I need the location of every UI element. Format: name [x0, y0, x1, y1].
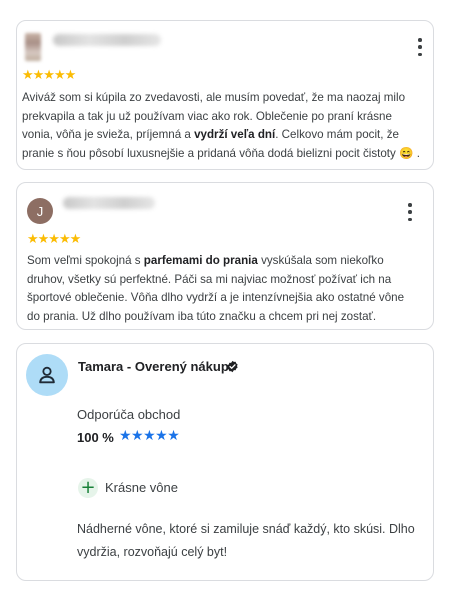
review-text: Som veľmi spokojná s parfemami do prania… — [27, 254, 405, 324]
recommend-label: Odporúča obchod — [77, 407, 181, 422]
user-icon — [26, 354, 68, 396]
review-card: J ★★★★★ Som veľmi spokojná s parfemami d… — [16, 182, 434, 330]
review-text: Nádherné vône, ktoré si zamiluje snáď ka… — [77, 522, 415, 559]
avatar — [25, 33, 41, 61]
plus-icon: + — [78, 478, 98, 498]
reviewer-name: Tamara - Overený nákup — [78, 359, 229, 374]
recommend-percent: 100 % — [77, 430, 114, 445]
verified-badge-icon — [226, 360, 239, 378]
avatar: J — [27, 198, 53, 224]
rating-stars: ★★★★★ — [27, 232, 81, 247]
rating-stars: ★★★★★ — [22, 68, 76, 83]
more-options-icon[interactable] — [415, 38, 425, 56]
review-text: Aviváž som si kúpila zo zvedavosti, ale … — [22, 91, 420, 161]
pro-tag-label: Krásne vône — [105, 480, 178, 495]
review-card: Tamara - Overený nákup Odporúča obchod 1… — [16, 343, 434, 581]
reviewer-name-blurred — [53, 34, 161, 46]
review-card: ★★★★★ Aviváž som si kúpila zo zvedavosti… — [16, 20, 434, 170]
reviewer-name-blurred — [63, 197, 155, 209]
more-options-icon[interactable] — [405, 203, 415, 221]
rating-stars: ★★★★★ — [119, 428, 180, 444]
